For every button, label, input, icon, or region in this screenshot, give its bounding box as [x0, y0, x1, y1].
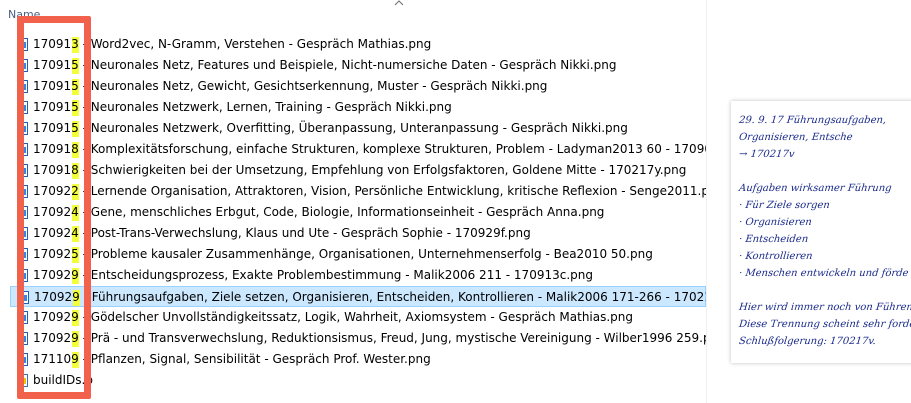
file-row[interactable]: 170929 - Gödelscher Unvollständigkeitssa… — [10, 307, 706, 328]
file-name: 170918 - Komplexitätsforschung, einfache… — [33, 142, 706, 156]
file-name: 170922 - Lernende Organisation, Attrakto… — [33, 184, 706, 198]
file-name: 170929 - Gödelscher Unvollständigkeitssa… — [33, 310, 634, 324]
file-row[interactable]: 170915 - Neuronales Netzwerk, Overfittin… — [10, 118, 706, 139]
file-name: 170915 - Neuronales Netz, Gewicht, Gesic… — [33, 79, 548, 93]
note-line: → 170217v — [738, 149, 795, 160]
file-row[interactable]: 170913 - Word2vec, N-Gramm, Verstehen - … — [10, 34, 706, 55]
file-name: 170924 - Post-Trans-Verwechslung, Klaus … — [33, 226, 531, 240]
annotation-rectangle — [17, 16, 91, 399]
file-row[interactable]: 170929 - Entscheidungsprozess, Exakte Pr… — [10, 265, 706, 286]
file-name: 170929 - Entscheidungsprozess, Exakte Pr… — [33, 268, 593, 282]
file-row[interactable]: 170915 - Neuronales Netz, Gewicht, Gesic… — [10, 76, 706, 97]
note-line: 29. 9. 17 Führungsaufgaben, — [738, 115, 887, 126]
note-line: Diese Trennung scheint sehr fordern — [738, 319, 911, 330]
file-row[interactable]: 170929 - Führungsaufgaben, Ziele setzen,… — [10, 286, 706, 307]
note-line: · Kontrollieren — [738, 251, 814, 262]
file-name: 170918 - Schwierigkeiten bei der Umsetzu… — [33, 163, 687, 177]
file-name: 170925 - Probleme kausaler Zusammenhänge… — [33, 247, 653, 261]
file-name: 170929 - Prä - und Transverwechslung, Re… — [33, 331, 706, 345]
note-line: · Entscheiden — [738, 234, 809, 245]
file-name: 170929 - Führungsaufgaben, Ziele setzen,… — [34, 290, 706, 304]
file-row[interactable]: 170922 - Lernende Organisation, Attrakto… — [10, 181, 706, 202]
file-row[interactable]: 171109 - Pflanzen, Signal, Sensibilität … — [10, 349, 706, 370]
file-name: 170915 - Neuronales Netzwerk, Overfittin… — [33, 121, 628, 135]
file-name: 170915 - Neuronales Netz, Features und B… — [33, 58, 617, 72]
file-name: 171109 - Pflanzen, Signal, Sensibilität … — [33, 352, 431, 366]
file-row[interactable]: 170924 - Post-Trans-Verwechslung, Klaus … — [10, 223, 706, 244]
file-name: 170924 - Gene, menschliches Erbgut, Code… — [33, 205, 605, 219]
note-line: Organisieren, Entsche — [738, 132, 854, 143]
pane-divider[interactable] — [706, 0, 707, 403]
file-row[interactable]: 170918 - Komplexitätsforschung, einfache… — [10, 139, 706, 160]
file-list-pane: Name 170913 - Word2vec, N-Gramm, Versteh… — [0, 0, 706, 403]
file-row[interactable]: 170915 - Neuronales Netz, Features und B… — [10, 55, 706, 76]
file-row[interactable]: 170918 - Schwierigkeiten bei der Umsetzu… — [10, 160, 706, 181]
column-header[interactable]: Name — [0, 0, 706, 28]
note-line: Schlußfolgerung: 170217v. — [738, 336, 877, 347]
note-line: Hier wird immer noch von Führen — [738, 302, 911, 313]
file-name: 170915 - Neuronales Netzwerk, Lernen, Tr… — [33, 100, 452, 114]
file-row[interactable]: buildIDs.p — [10, 370, 706, 391]
note-line: · Menschen entwickeln und förde — [738, 268, 910, 279]
image-preview: 29. 9. 17 Führungsaufgaben, Organisieren… — [731, 101, 911, 363]
note-line: · Organisieren — [738, 217, 813, 228]
sort-chevron-icon — [394, 0, 404, 6]
note-line: · Für Ziele sorgen — [738, 200, 831, 211]
file-row[interactable]: 170924 - Gene, menschliches Erbgut, Code… — [10, 202, 706, 223]
file-name: 170913 - Word2vec, N-Gramm, Verstehen - … — [33, 37, 432, 51]
file-row[interactable]: 170929 - Prä - und Transverwechslung, Re… — [10, 328, 706, 349]
note-line: Aufgaben wirksamer Führung — [738, 183, 893, 194]
file-row[interactable]: 170915 - Neuronales Netzwerk, Lernen, Tr… — [10, 97, 706, 118]
file-row[interactable]: 170925 - Probleme kausaler Zusammenhänge… — [10, 244, 706, 265]
